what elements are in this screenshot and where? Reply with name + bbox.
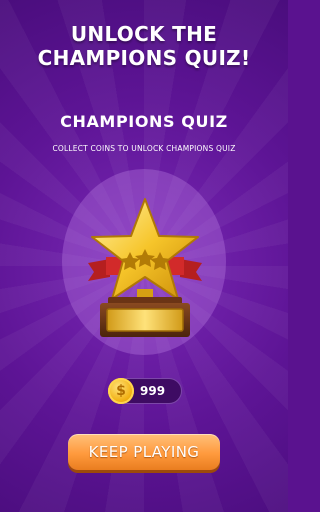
keep-playing-button[interactable]: KEEP PLAYING <box>68 434 220 470</box>
coin-count: 999 <box>140 384 166 398</box>
quiz-subtitle: COLLECT COINS TO UNLOCK CHAMPIONS QUIZ <box>52 144 236 153</box>
headline-line-1: UNLOCK THE <box>70 22 218 46</box>
page-headline: UNLOCK THE CHAMPIONS QUIZ! <box>0 22 288 70</box>
star-trophy-icon <box>88 198 202 337</box>
coin-icon: $ <box>108 378 134 404</box>
quiz-title: CHAMPIONS QUIZ <box>60 112 228 131</box>
headline-line-2: CHAMPIONS QUIZ! <box>37 46 251 70</box>
